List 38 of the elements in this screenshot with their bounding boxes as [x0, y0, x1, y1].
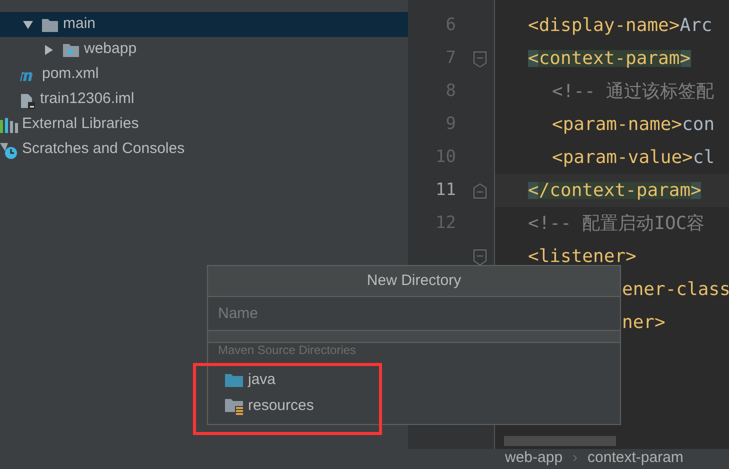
- code-tag: <listener>: [528, 248, 636, 265]
- code-tag: <param-value>: [552, 149, 693, 166]
- code-comment: <!-- 通过该标签配: [552, 83, 714, 100]
- resources-folder-icon: [224, 397, 244, 415]
- code-text: cl: [692, 149, 715, 166]
- tree-item[interactable]: webapp: [0, 37, 408, 62]
- breadcrumb[interactable]: context-param: [588, 449, 684, 467]
- code-tag: ner>: [622, 314, 666, 331]
- folder-icon: [41, 16, 59, 32]
- code-text: Arc: [680, 17, 712, 34]
- dialog-title: New Directory: [208, 266, 620, 297]
- code-comment: <!-- 配置启动IOC容: [528, 215, 705, 232]
- tree-item[interactable]: Scratches and Consoles: [0, 137, 408, 162]
- collapse-arrow[interactable]: [23, 20, 33, 30]
- line-number: 11: [434, 182, 456, 199]
- code-tag: <context-param>: [528, 50, 691, 67]
- code-tag: <display-name>: [528, 17, 680, 34]
- tree-item[interactable]: main: [0, 12, 408, 37]
- code-tag: </context-param>: [528, 182, 702, 199]
- fold-marker-icon[interactable]: [472, 182, 488, 198]
- expand-arrow[interactable]: [44, 44, 54, 54]
- tree-item[interactable]: pom.xml: [0, 62, 408, 87]
- libraries-icon: [0, 116, 18, 134]
- directory-option[interactable]: resources: [208, 393, 620, 419]
- code-text: con: [682, 116, 715, 133]
- fold-marker-icon[interactable]: [472, 50, 488, 66]
- breadcrumb-separator: ›: [572, 449, 578, 467]
- directory-option[interactable]: java: [208, 367, 620, 393]
- tree-item[interactable]: train12306.iml: [0, 87, 408, 112]
- tree-item[interactable]: External Libraries: [0, 112, 408, 137]
- folder-icon: [62, 42, 80, 58]
- code-tag: ener-class: [622, 281, 729, 298]
- scrollbar-thumb[interactable]: [504, 436, 616, 446]
- folder-icon: [224, 372, 244, 388]
- fold-marker-icon[interactable]: [472, 248, 488, 264]
- breadcrumb[interactable]: web-app: [505, 449, 563, 467]
- code-tag: <param-name>: [552, 116, 682, 133]
- scratches-icon: [0, 140, 18, 158]
